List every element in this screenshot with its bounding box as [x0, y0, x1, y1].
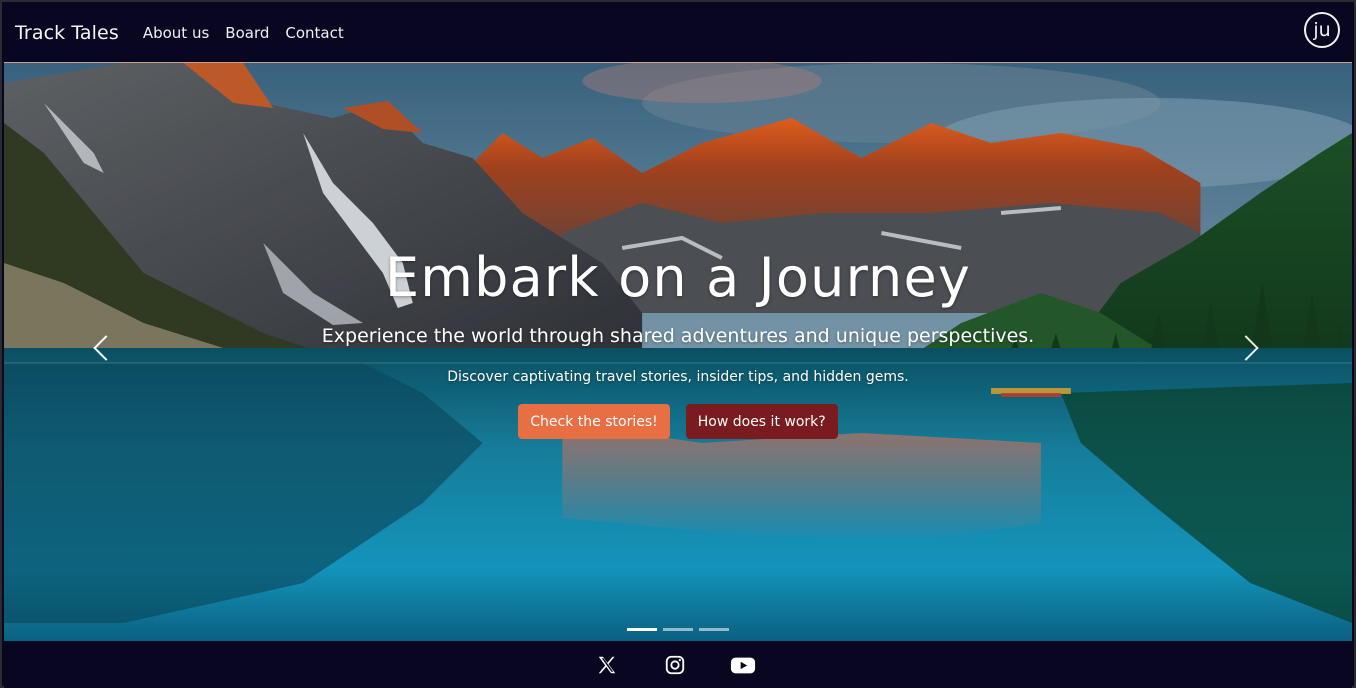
main-nav: About us Board Contact [143, 24, 344, 42]
youtube-icon[interactable] [730, 652, 756, 678]
carousel-indicators [4, 628, 1352, 631]
hero-description: Discover captivating travel stories, ins… [447, 369, 909, 385]
user-avatar[interactable]: ju [1304, 12, 1340, 48]
carousel-indicator-1[interactable] [627, 628, 657, 631]
x-icon[interactable] [594, 652, 620, 678]
hero-caption: Embark on a Journey Experience the world… [4, 251, 1352, 439]
top-navbar: Track Tales About us Board Contact ju [4, 4, 1352, 62]
social-footer [4, 641, 1352, 688]
carousel-indicator-2[interactable] [663, 628, 693, 631]
browser-viewport: Track Tales About us Board Contact ju Em… [0, 0, 1356, 688]
nav-link-contact[interactable]: Contact [285, 24, 343, 42]
brand-logo[interactable]: Track Tales [15, 22, 119, 44]
hero-title: Embark on a Journey [384, 246, 972, 309]
hero-actions: Check the stories! How does it work? [4, 404, 1352, 439]
check-stories-button[interactable]: Check the stories! [518, 404, 670, 439]
hero-carousel: Embark on a Journey Experience the world… [4, 62, 1352, 642]
instagram-icon[interactable] [662, 652, 688, 678]
carousel-indicator-3[interactable] [699, 628, 729, 631]
how-it-works-button[interactable]: How does it work? [685, 404, 838, 439]
nav-link-about[interactable]: About us [143, 24, 209, 42]
nav-link-board[interactable]: Board [225, 24, 269, 42]
hero-subtitle: Experience the world through shared adve… [321, 325, 1035, 347]
